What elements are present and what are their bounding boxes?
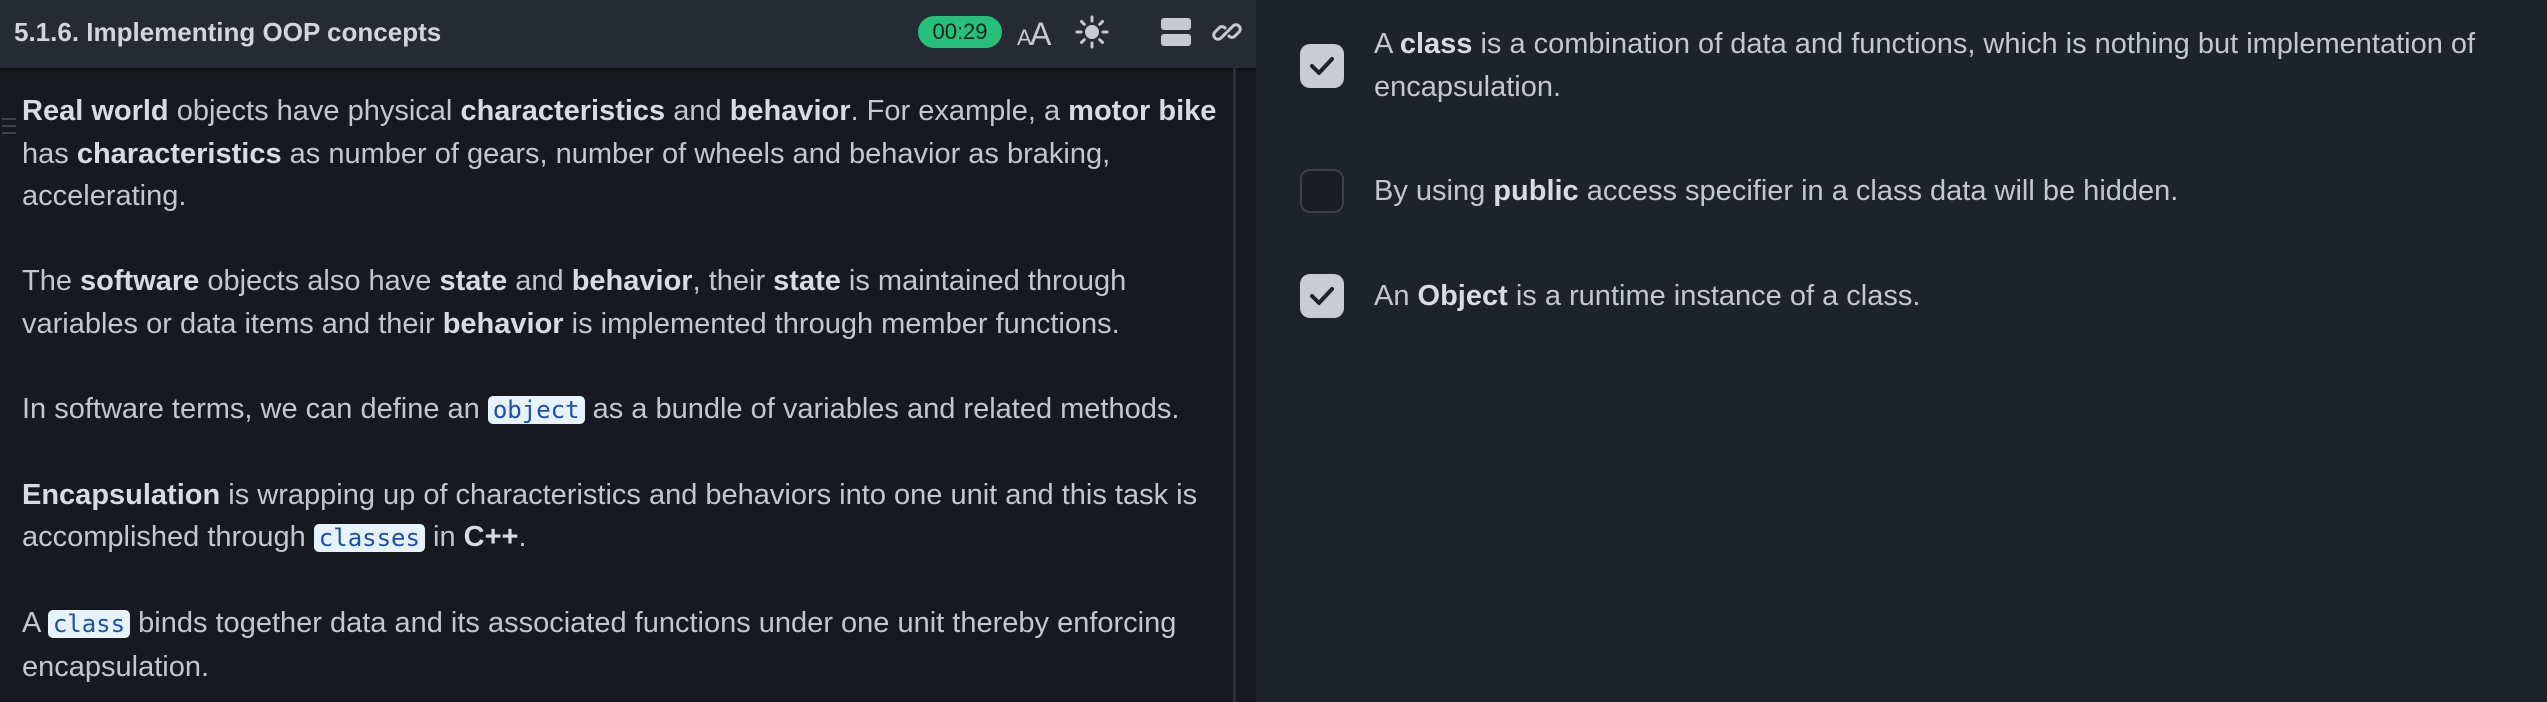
option-2-text: By using public access specifier in a cl… xyxy=(1374,175,2179,207)
quiz-pane: A class is a combination of data and fun… xyxy=(1256,0,2547,702)
paragraph-software-objects: The software objects also have state and… xyxy=(22,265,1127,340)
lesson-content: Real world objects have physical charact… xyxy=(22,90,1232,702)
check-icon xyxy=(1310,57,1334,75)
timer-badge: 00:29 xyxy=(918,16,1002,48)
check-icon xyxy=(1310,287,1334,305)
code-object: object xyxy=(487,395,585,424)
code-classes: classes xyxy=(313,524,425,552)
svg-text:A: A xyxy=(1030,16,1052,49)
checkbox-option-1[interactable] xyxy=(1300,44,1344,88)
paragraph-object-definition: In software terms, we can define an obje… xyxy=(22,392,1180,425)
outline-icon xyxy=(2,116,16,136)
option-3-text: An Object is a runtime instance of a cla… xyxy=(1374,280,1921,312)
sun-icon[interactable] xyxy=(1070,12,1114,52)
lesson-pane: 5.1.6. Implementing OOP concepts 00:29 A… xyxy=(0,0,1256,702)
paragraph-class: A class binds together data and its asso… xyxy=(22,607,1177,683)
layout-icon[interactable] xyxy=(1154,12,1198,52)
checkbox-option-2[interactable] xyxy=(1300,169,1344,213)
font-size-icon[interactable]: A A xyxy=(1013,12,1057,52)
lesson-header: 5.1.6. Implementing OOP concepts 00:29 A… xyxy=(0,0,1256,68)
paragraph-real-world: Real world objects have physical charact… xyxy=(22,95,1217,212)
page-title: 5.1.6. Implementing OOP concepts xyxy=(14,17,442,47)
app-root: 5.1.6. Implementing OOP concepts 00:29 A… xyxy=(0,0,2547,702)
paragraph-encapsulation: Encapsulation is wrapping up of characte… xyxy=(22,478,1198,554)
code-class: class xyxy=(47,610,131,638)
option-1-text: A class is a combination of data and fun… xyxy=(1374,28,2476,103)
checkbox-option-3[interactable] xyxy=(1300,274,1344,318)
pane-divider[interactable] xyxy=(1233,68,1236,702)
link-icon[interactable] xyxy=(1205,12,1249,52)
